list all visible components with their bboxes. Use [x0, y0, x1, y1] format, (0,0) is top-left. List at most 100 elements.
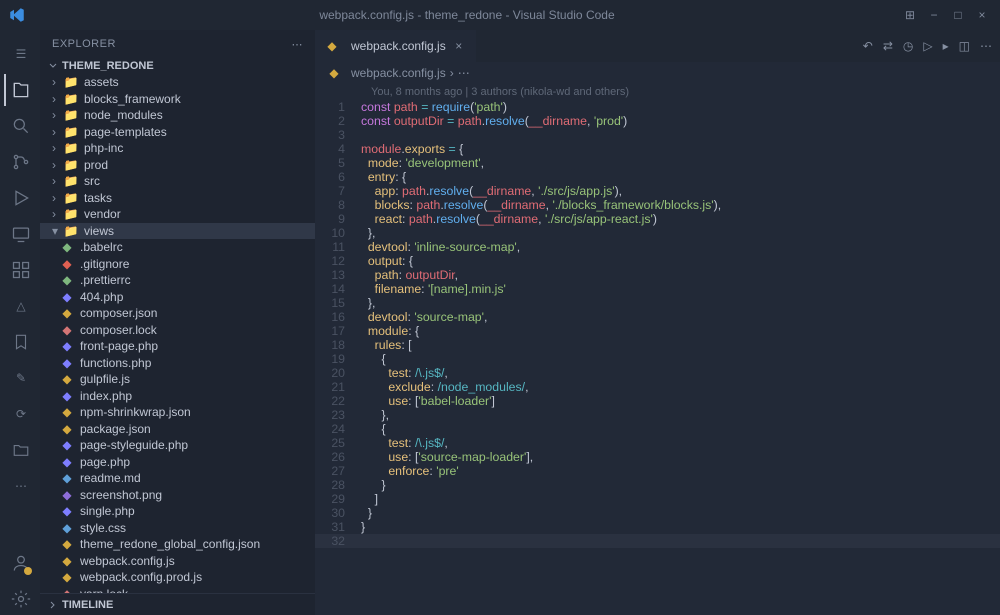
file-index-php[interactable]: ◆index.php [40, 388, 315, 405]
file-icon: ◆ [60, 521, 74, 535]
run-icon[interactable]: ▸ [943, 39, 949, 53]
file--babelrc[interactable]: ◆.babelrc [40, 239, 315, 256]
folder-assets[interactable]: ›📁assets [40, 74, 315, 91]
layout-icon[interactable]: ⊞ [900, 5, 920, 25]
close-button[interactable]: × [972, 5, 992, 25]
file-webpack-config-js[interactable]: ◆webpack.config.js [40, 553, 315, 570]
code-line-11[interactable]: 11 devtool: 'inline-source-map', [315, 240, 1000, 254]
settings-gear-icon[interactable] [4, 583, 36, 615]
code-line-17[interactable]: 17 module: { [315, 324, 1000, 338]
file-composer-lock[interactable]: ◆composer.lock [40, 322, 315, 339]
triangle-icon[interactable]: △ [4, 290, 36, 322]
undo-icon[interactable]: ↶ [863, 39, 873, 53]
code-line-14[interactable]: 14 filename: '[name].min.js' [315, 282, 1000, 296]
code-line-23[interactable]: 23 }, [315, 408, 1000, 422]
code-line-24[interactable]: 24 { [315, 422, 1000, 436]
timeline-section[interactable]: TIMELINE [40, 593, 315, 615]
file-composer-json[interactable]: ◆composer.json [40, 305, 315, 322]
code-line-13[interactable]: 13 path: outputDir, [315, 268, 1000, 282]
code-editor[interactable]: 1const path = require('path')2const outp… [315, 100, 1000, 615]
code-line-30[interactable]: 30 } [315, 506, 1000, 520]
tab-webpack-config[interactable]: ◆ webpack.config.js × [315, 30, 476, 62]
bookmark-icon[interactable] [4, 326, 36, 358]
menu-icon[interactable]: ☰ [4, 38, 36, 70]
accounts-icon[interactable] [4, 547, 36, 579]
code-line-28[interactable]: 28 } [315, 478, 1000, 492]
remote-icon[interactable] [4, 218, 36, 250]
folder-src[interactable]: ›📁src [40, 173, 315, 190]
file-theme_redone_global_config-json[interactable]: ◆theme_redone_global_config.json [40, 536, 315, 553]
tab-close-icon[interactable]: × [452, 39, 466, 53]
code-line-20[interactable]: 20 test: /\.js$/, [315, 366, 1000, 380]
maximize-button[interactable]: □ [948, 5, 968, 25]
file-yarn-lock[interactable]: ◆yarn.lock [40, 586, 315, 594]
folder-php-inc[interactable]: ›📁php-inc [40, 140, 315, 157]
folder-views[interactable]: ▾📁views [40, 223, 315, 240]
folder-vendor[interactable]: ›📁vendor [40, 206, 315, 223]
code-line-29[interactable]: 29 ] [315, 492, 1000, 506]
file-webpack-config-prod-js[interactable]: ◆webpack.config.prod.js [40, 569, 315, 586]
file-404-php[interactable]: ◆404.php [40, 289, 315, 306]
file-page-styleguide-php[interactable]: ◆page-styleguide.php [40, 437, 315, 454]
code-line-18[interactable]: 18 rules: [ [315, 338, 1000, 352]
code-line-7[interactable]: 7 app: path.resolve(__dirname, './src/js… [315, 184, 1000, 198]
extensions-icon[interactable] [4, 254, 36, 286]
file-front-page-php[interactable]: ◆front-page.php [40, 338, 315, 355]
code-line-4[interactable]: 4module.exports = { [315, 142, 1000, 156]
search-icon[interactable] [4, 110, 36, 142]
file-npm-shrinkwrap-json[interactable]: ◆npm-shrinkwrap.json [40, 404, 315, 421]
minimize-button[interactable]: − [924, 5, 944, 25]
code-line-1[interactable]: 1const path = require('path') [315, 100, 1000, 114]
code-line-9[interactable]: 9 react: path.resolve(__dirname, './src/… [315, 212, 1000, 226]
file--prettierrc[interactable]: ◆.prettierrc [40, 272, 315, 289]
file-single-php[interactable]: ◆single.php [40, 503, 315, 520]
code-line-10[interactable]: 10 }, [315, 226, 1000, 240]
tool-icon[interactable]: ✎ [4, 362, 36, 394]
file-icon: ◆ [60, 339, 74, 353]
file-gulpfile-js[interactable]: ◆gulpfile.js [40, 371, 315, 388]
folder-blocks_framework[interactable]: ›📁blocks_framework [40, 91, 315, 108]
more-icon[interactable]: ⋯ [4, 470, 36, 502]
code-line-22[interactable]: 22 use: ['babel-loader'] [315, 394, 1000, 408]
run-debug-icon[interactable] [4, 182, 36, 214]
editor-more-icon[interactable]: ⋯ [980, 39, 992, 53]
folder-node_modules[interactable]: ›📁node_modules [40, 107, 315, 124]
code-line-32[interactable]: 32 [315, 534, 1000, 548]
play-icon[interactable]: ▷ [923, 39, 932, 53]
code-line-3[interactable]: 3 [315, 128, 1000, 142]
code-line-21[interactable]: 21 exclude: /node_modules/, [315, 380, 1000, 394]
project-header[interactable]: THEME_REDONE [40, 58, 315, 74]
file-package-json[interactable]: ◆package.json [40, 421, 315, 438]
file-style-css[interactable]: ◆style.css [40, 520, 315, 537]
history-icon[interactable]: ◷ [903, 39, 913, 53]
folder-page-templates[interactable]: ›📁page-templates [40, 124, 315, 141]
code-line-5[interactable]: 5 mode: 'development', [315, 156, 1000, 170]
code-line-16[interactable]: 16 devtool: 'source-map', [315, 310, 1000, 324]
source-control-icon[interactable] [4, 146, 36, 178]
folder-prod[interactable]: ›📁prod [40, 157, 315, 174]
breadcrumb[interactable]: ◆webpack.config.js › ⋯ [315, 62, 1000, 84]
folder-icon: 📁 [64, 174, 78, 188]
code-line-26[interactable]: 26 use: ['source-map-loader'], [315, 450, 1000, 464]
code-line-27[interactable]: 27 enforce: 'pre' [315, 464, 1000, 478]
file-readme-md[interactable]: ◆readme.md [40, 470, 315, 487]
code-line-25[interactable]: 25 test: /\.js$/, [315, 436, 1000, 450]
code-line-8[interactable]: 8 blocks: path.resolve(__dirname, './blo… [315, 198, 1000, 212]
code-line-19[interactable]: 19 { [315, 352, 1000, 366]
refresh-icon[interactable]: ⟳ [4, 398, 36, 430]
code-line-6[interactable]: 6 entry: { [315, 170, 1000, 184]
explorer-icon[interactable] [4, 74, 36, 106]
file-screenshot-png[interactable]: ◆screenshot.png [40, 487, 315, 504]
split-icon[interactable]: ◫ [959, 39, 970, 53]
code-line-15[interactable]: 15 }, [315, 296, 1000, 310]
explorer-more-icon[interactable]: ⋯ [292, 38, 304, 51]
file--gitignore[interactable]: ◆.gitignore [40, 256, 315, 273]
file-functions-php[interactable]: ◆functions.php [40, 355, 315, 372]
code-line-12[interactable]: 12 output: { [315, 254, 1000, 268]
folder-tasks[interactable]: ›📁tasks [40, 190, 315, 207]
code-line-2[interactable]: 2const outputDir = path.resolve(__dirnam… [315, 114, 1000, 128]
folder-open-icon[interactable] [4, 434, 36, 466]
file-page-php[interactable]: ◆page.php [40, 454, 315, 471]
code-line-31[interactable]: 31} [315, 520, 1000, 534]
diff-icon[interactable]: ⇄ [883, 39, 893, 53]
